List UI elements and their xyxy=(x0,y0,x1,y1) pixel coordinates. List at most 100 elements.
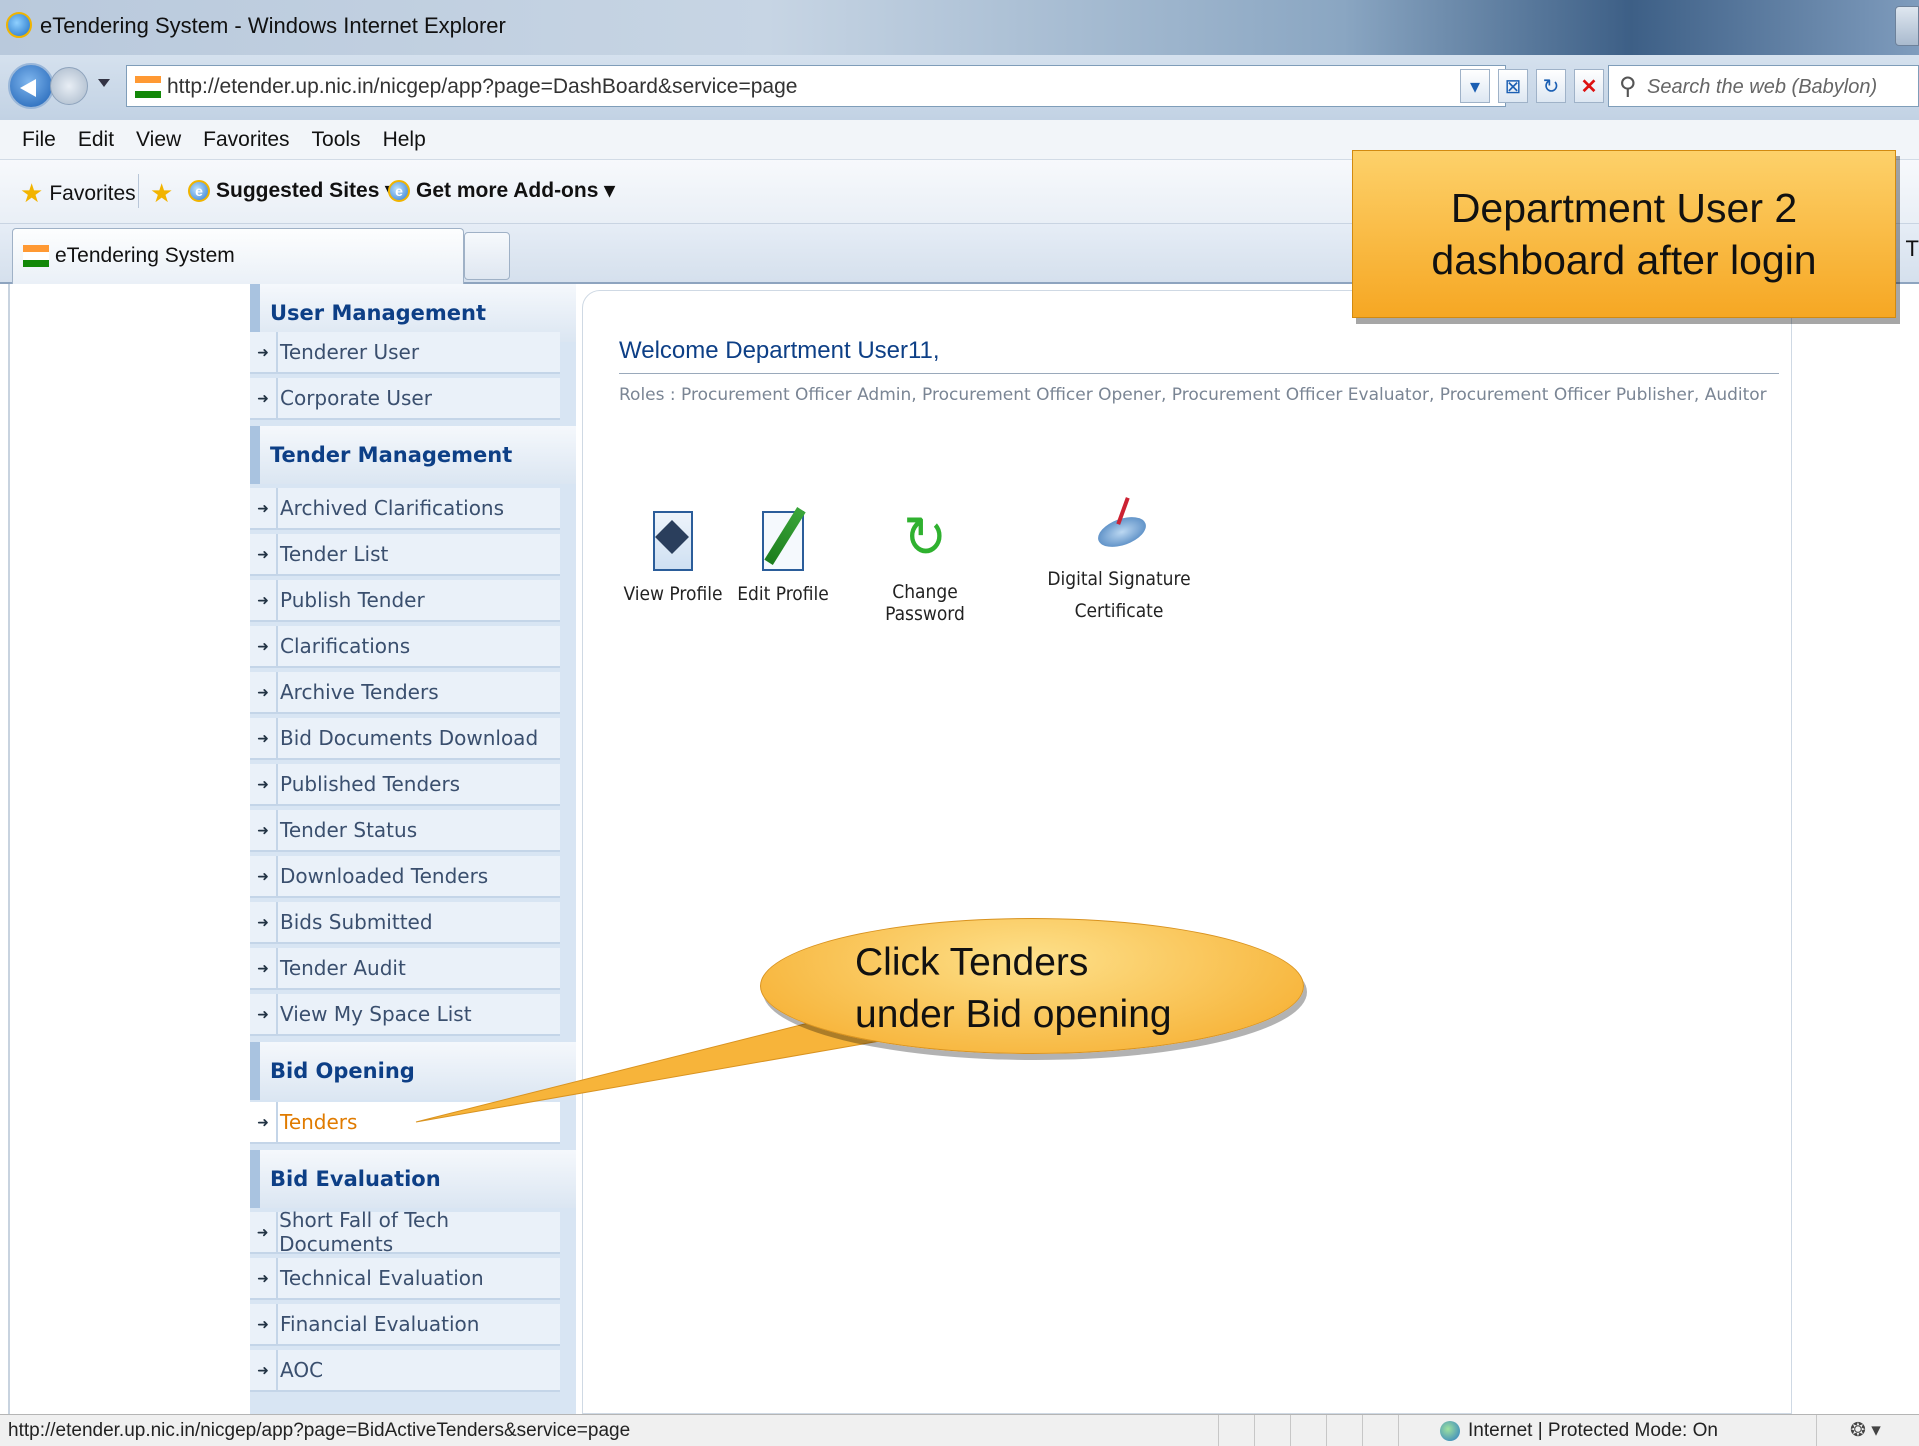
sidebar-item-downloaded-tenders[interactable]: ➜ Downloaded Tenders xyxy=(250,856,560,898)
sidebar-item-label[interactable]: Bids Submitted xyxy=(280,910,433,934)
sidebar-item-short-fall-tech-documents[interactable]: ➜ Short Fall of Tech Documents xyxy=(250,1208,560,1256)
section-bid-opening: Bid Opening xyxy=(250,1042,576,1100)
sidebar-item-publish-tender[interactable]: ➜ Publish Tender xyxy=(250,580,560,622)
sidebar-item-label[interactable]: Tenders xyxy=(280,1110,357,1134)
dashboard-panel: Welcome Department User11, Roles : Procu… xyxy=(582,290,1792,1414)
address-dropdown-icon[interactable]: ▾ xyxy=(1460,69,1490,103)
sidebar-item-label[interactable]: AOC xyxy=(280,1358,323,1382)
menu-favorites[interactable]: Favorites xyxy=(203,128,289,152)
sidebar-item-label[interactable]: Tender Audit xyxy=(280,956,406,980)
sidebar-item-tender-audit[interactable]: ➜ Tender Audit xyxy=(250,948,560,990)
globe-icon xyxy=(1440,1421,1460,1441)
view-profile-link[interactable]: View Profile xyxy=(623,511,723,605)
suggested-sites-button[interactable]: e Suggested Sites ▾ xyxy=(188,178,396,203)
sidebar-item-clarifications[interactable]: ➜ Clarifications xyxy=(250,626,560,668)
add-favorite-icon: ★ xyxy=(150,178,174,208)
arrow-icon: ➜ xyxy=(257,591,269,608)
sidebar-item-label[interactable]: Archive Tenders xyxy=(280,680,439,704)
digital-signature-label-1[interactable]: Digital Signature xyxy=(1039,563,1199,595)
callout-oval-line2: under Bid opening xyxy=(855,993,1172,1036)
sidebar-item-aoc[interactable]: ➜ AOC xyxy=(250,1350,560,1392)
sidebar-item-published-tenders[interactable]: ➜ Published Tenders xyxy=(250,764,560,806)
sidebar-item-label[interactable]: Publish Tender xyxy=(280,588,425,612)
title-bar: eTendering System - Windows Internet Exp… xyxy=(0,0,1919,55)
arrow-icon: ➜ xyxy=(257,1315,269,1332)
new-tab-button[interactable] xyxy=(464,232,510,280)
sidebar-item-label[interactable]: Financial Evaluation xyxy=(280,1312,479,1336)
menu-tools[interactable]: Tools xyxy=(312,128,361,152)
search-icon: ⚲ xyxy=(1619,73,1637,100)
menu-help[interactable]: Help xyxy=(383,128,426,152)
arrow-icon: ➜ xyxy=(257,775,269,792)
zoom-control[interactable]: ❂ ▾ xyxy=(1850,1419,1881,1442)
site-favicon-icon xyxy=(135,76,161,98)
sidebar-item-tenderer-user[interactable]: ➜ Tenderer User xyxy=(250,332,560,374)
sidebar-item-label[interactable]: Tender List xyxy=(280,542,388,566)
edit-profile-link[interactable]: Edit Profile xyxy=(733,511,833,605)
arrow-icon: ➜ xyxy=(257,343,269,360)
edit-icon[interactable] xyxy=(762,511,804,571)
sidebar-item-label[interactable]: Downloaded Tenders xyxy=(280,864,488,888)
sidebar-item-label[interactable]: Clarifications xyxy=(280,634,410,658)
favorites-button[interactable]: ★ Favorites xyxy=(20,178,136,209)
tab-etendering[interactable]: eTendering System xyxy=(12,228,464,284)
refresh-icon[interactable]: ↻ xyxy=(1536,69,1566,103)
history-dropdown-icon[interactable] xyxy=(98,79,110,87)
change-password-label[interactable]: Change Password xyxy=(851,581,999,625)
edit-profile-label[interactable]: Edit Profile xyxy=(733,583,833,605)
signature-icon[interactable] xyxy=(1091,497,1150,553)
arrow-icon: ➜ xyxy=(257,729,269,746)
sidebar-item-financial-evaluation[interactable]: ➜ Financial Evaluation xyxy=(250,1304,560,1346)
sidebar-item-label[interactable]: Technical Evaluation xyxy=(280,1266,484,1290)
sidebar-item-archived-clarifications[interactable]: ➜ Archived Clarifications xyxy=(250,488,560,530)
sidebar-item-technical-evaluation[interactable]: ➜ Technical Evaluation xyxy=(250,1258,560,1300)
menu-file[interactable]: File xyxy=(22,128,56,152)
sidebar-item-tender-list[interactable]: ➜ Tender List xyxy=(250,534,560,576)
sidebar-item-tender-status[interactable]: ➜ Tender Status xyxy=(250,810,560,852)
compatibility-view-icon[interactable]: ⊠ xyxy=(1498,69,1528,103)
sidebar-item-view-my-space-list[interactable]: ➜ View My Space List xyxy=(250,994,560,1036)
callout-top-line1: Department User 2 xyxy=(1450,185,1798,231)
profile-icon[interactable] xyxy=(653,511,693,571)
page-content: User Management ➜ Tenderer User ➜ Corporat… xyxy=(8,284,1919,1414)
minimize-button[interactable] xyxy=(1895,6,1919,46)
section-bid-evaluation: Bid Evaluation xyxy=(250,1150,576,1208)
search-box[interactable]: ⚲ Search the web (Babylon) xyxy=(1608,65,1919,107)
sidebar-item-label[interactable]: Archived Clarifications xyxy=(280,496,504,520)
sidebar-item-corporate-user[interactable]: ➜ Corporate User xyxy=(250,378,560,420)
sidebar-item-label[interactable]: Short Fall of Tech Documents xyxy=(279,1208,560,1256)
address-bar[interactable]: http://etender.up.nic.in/nicgep/app?page… xyxy=(126,65,1506,107)
security-zone[interactable]: Internet | Protected Mode: On xyxy=(1440,1420,1718,1442)
tab-favicon-icon xyxy=(23,245,49,267)
sidebar-item-archive-tenders[interactable]: ➜ Archive Tenders xyxy=(250,672,560,714)
digital-signature-link[interactable]: Digital Signature Certificate xyxy=(1039,497,1199,627)
refresh-icon[interactable]: ↻ xyxy=(897,507,953,569)
change-password-link[interactable]: ↻ Change Password xyxy=(851,507,999,625)
tools-edge-label[interactable]: T xyxy=(1906,236,1919,262)
menu-edit[interactable]: Edit xyxy=(78,128,114,152)
sidebar-item-bids-submitted[interactable]: ➜ Bids Submitted xyxy=(250,902,560,944)
menu-view[interactable]: View xyxy=(136,128,181,152)
search-placeholder[interactable]: Search the web (Babylon) xyxy=(1647,76,1877,99)
sidebar-item-label[interactable]: Tender Status xyxy=(280,818,417,842)
get-addons-button[interactable]: e Get more Add-ons ▾ xyxy=(388,178,615,203)
view-profile-label[interactable]: View Profile xyxy=(623,583,723,605)
add-favorite-button[interactable]: ★ xyxy=(150,178,173,209)
sidebar-item-tenders[interactable]: ➜ Tenders xyxy=(250,1102,560,1144)
sidebar-item-label[interactable]: Corporate User xyxy=(280,386,432,410)
stop-icon[interactable]: ✕ xyxy=(1574,69,1604,103)
arrow-icon: ➜ xyxy=(257,821,269,838)
back-button[interactable] xyxy=(8,63,54,109)
sidebar-item-label[interactable]: Bid Documents Download xyxy=(280,726,538,750)
favorites-label: Favorites xyxy=(49,181,136,205)
sidebar-item-bid-documents-download[interactable]: ➜ Bid Documents Download xyxy=(250,718,560,760)
address-url[interactable]: http://etender.up.nic.in/nicgep/app?page… xyxy=(167,75,797,99)
annotation-callout-top: Department User 2 dashboard after login xyxy=(1352,150,1896,318)
arrow-icon: ➜ xyxy=(257,959,269,976)
callout-top-line2: dashboard after login xyxy=(1431,237,1817,283)
sidebar-item-label[interactable]: View My Space List xyxy=(280,1002,472,1026)
forward-button[interactable] xyxy=(50,67,88,105)
sidebar-item-label[interactable]: Tenderer User xyxy=(280,340,419,364)
digital-signature-label-2[interactable]: Certificate xyxy=(1039,595,1199,627)
sidebar-item-label[interactable]: Published Tenders xyxy=(280,772,460,796)
